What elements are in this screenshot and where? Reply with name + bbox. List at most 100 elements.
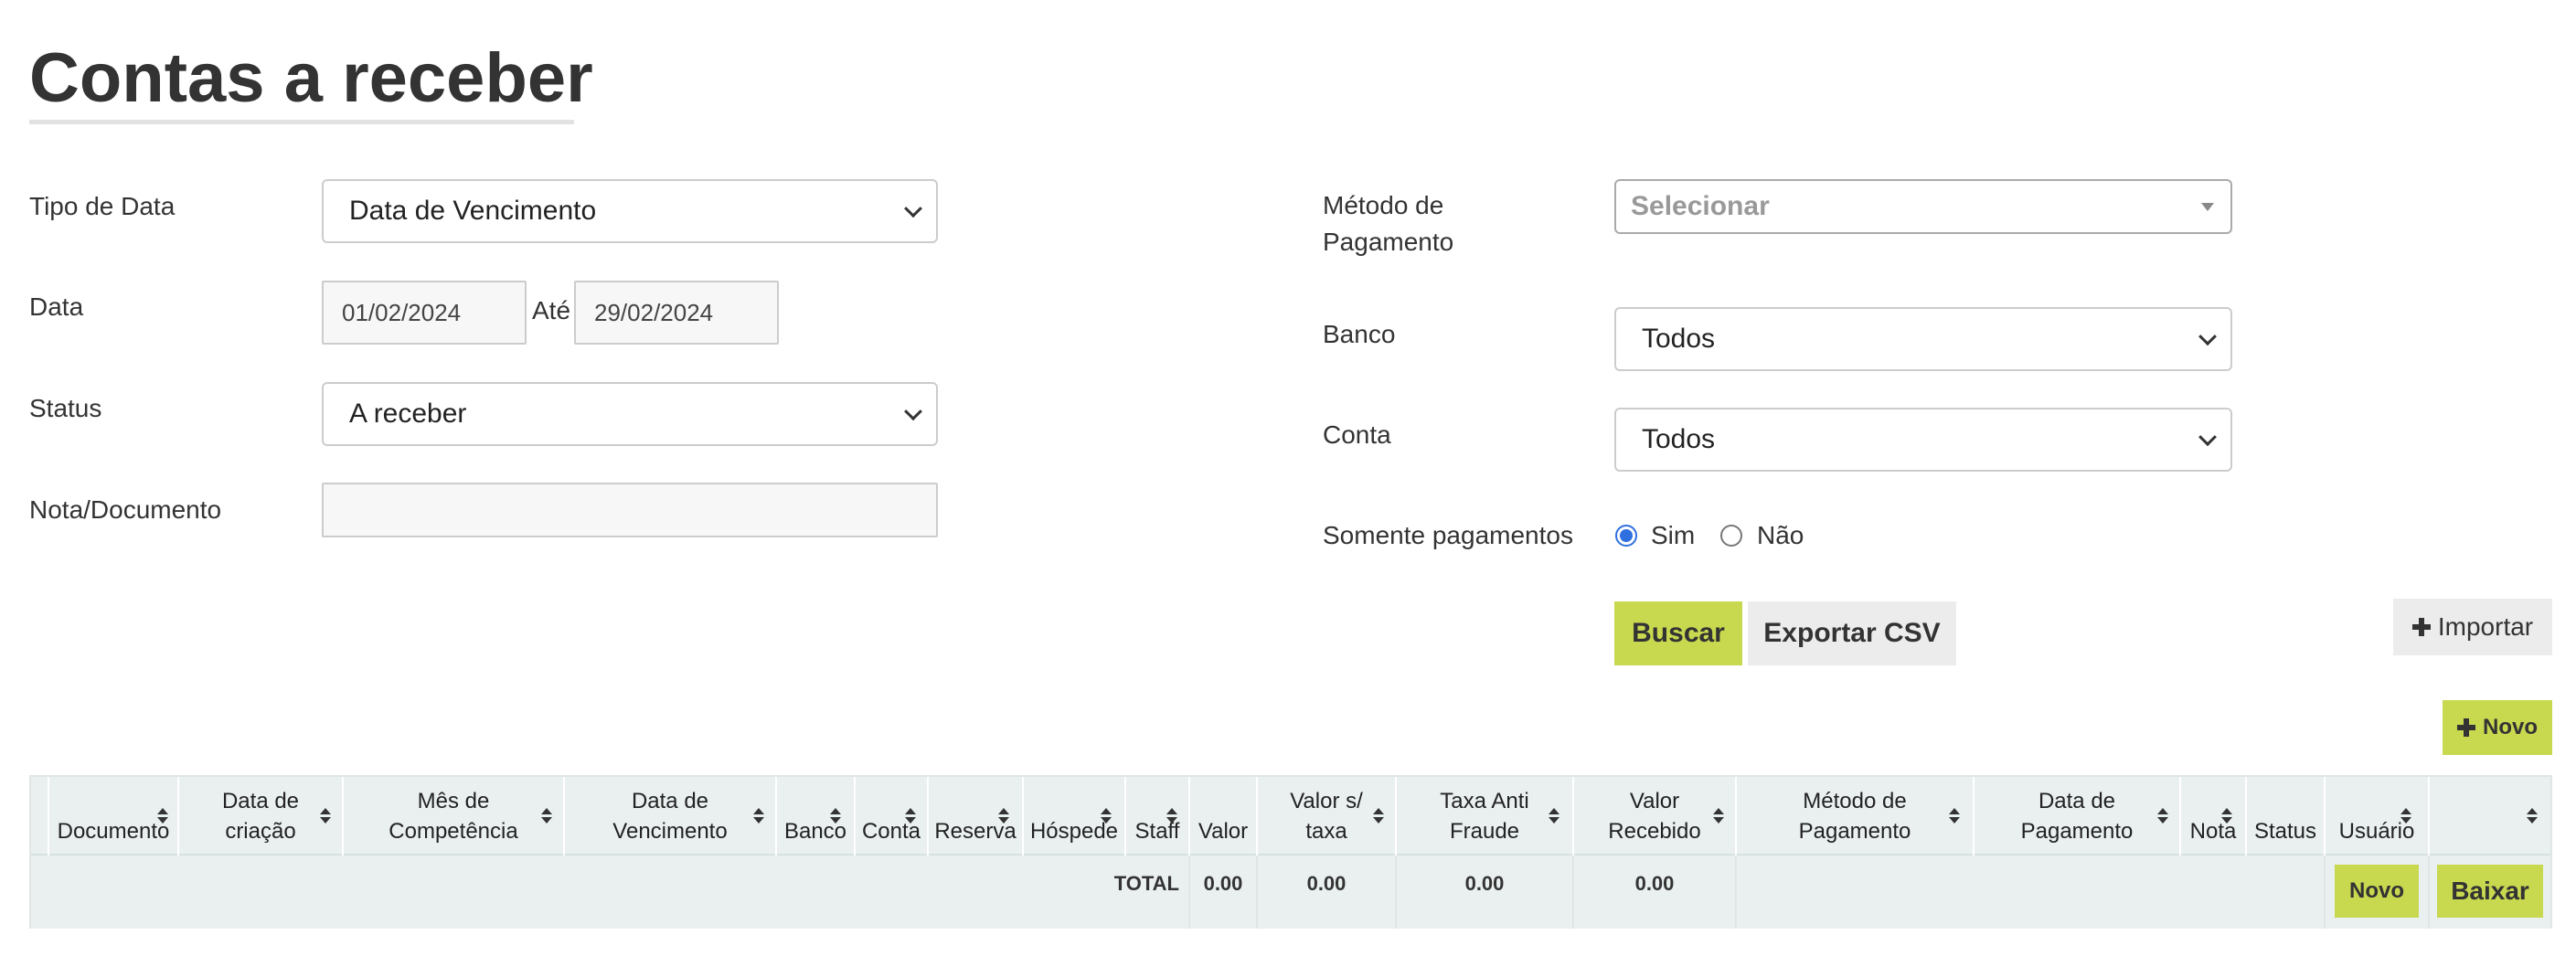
nota-label: Nota/Documento xyxy=(29,495,222,524)
conta-value: Todos xyxy=(1642,424,1716,454)
th-label: Mês de Competência xyxy=(389,789,518,844)
th-reserva[interactable]: Reserva xyxy=(929,777,1024,856)
sort-icon xyxy=(1713,808,1724,824)
chevron-down-icon xyxy=(904,199,922,218)
sort-icon xyxy=(2221,808,2232,824)
sort-icon xyxy=(2157,808,2168,824)
radio-nao-label: Não xyxy=(1757,521,1804,549)
th-label: Data de criação xyxy=(221,789,300,844)
th-data-criacao[interactable]: Data de criação xyxy=(179,777,344,856)
sort-icon xyxy=(320,808,331,824)
total-label-cell: TOTAL xyxy=(31,856,1190,929)
sort-icon xyxy=(2400,808,2411,824)
plus-icon xyxy=(2457,718,2475,737)
novo-label: Novo xyxy=(2483,715,2538,739)
tipo-data-label: Tipo de Data xyxy=(29,192,176,220)
radio-sim-label: Sim xyxy=(1651,521,1696,549)
sort-icon xyxy=(830,808,841,824)
total-novo-cell: Novo xyxy=(2326,856,2430,929)
th-metodo-pagamento[interactable]: Método de Pagamento xyxy=(1737,777,1975,856)
th-data-vencimento[interactable]: Data de Vencimento xyxy=(565,777,777,856)
banco-label: Banco xyxy=(1323,320,1396,348)
data-label: Data xyxy=(29,292,84,321)
th-conta[interactable]: Conta xyxy=(856,777,929,856)
exportar-csv-button[interactable]: Exportar CSV xyxy=(1748,601,1956,665)
somente-label: Somente pagamentos xyxy=(1323,521,1573,549)
table-row-total: TOTAL 0.00 0.00 0.00 0.00 Novo Baixar xyxy=(31,856,2550,929)
status-label: Status xyxy=(29,394,102,422)
data-from-input[interactable]: 01/02/2024 xyxy=(322,281,527,345)
radio-nao[interactable] xyxy=(1720,525,1742,547)
table-header-row: Documento Data de criação Mês de Competênc… xyxy=(31,777,2550,856)
total-valor: 0.00 xyxy=(1203,872,1243,895)
total-valor-recebido: 0.00 xyxy=(1634,872,1675,895)
th-status[interactable]: Status xyxy=(2247,777,2326,856)
th-label: Método de Pagamento xyxy=(1798,789,1911,844)
th-data-pagamento[interactable]: Data de Pagamento xyxy=(1975,777,2181,856)
total-empty-cell xyxy=(1737,856,2326,929)
th-nota[interactable]: Nota xyxy=(2181,777,2247,856)
nota-input[interactable] xyxy=(322,483,938,537)
total-valor-recebido-cell: 0.00 xyxy=(1574,856,1737,929)
th-usuario[interactable]: Usuário xyxy=(2326,777,2430,856)
banco-select[interactable]: Todos xyxy=(1614,307,2232,371)
total-valor-sem-taxa: 0.00 xyxy=(1306,872,1347,895)
total-valor-sem-taxa-cell: 0.00 xyxy=(1258,856,1397,929)
status-value: A receber xyxy=(349,399,467,429)
sort-icon xyxy=(1549,808,1559,824)
page-title: Contas a receber xyxy=(29,39,593,117)
conta-label: Conta xyxy=(1323,420,1391,449)
sort-icon xyxy=(157,808,168,824)
th-label: Valor s/taxa xyxy=(1290,789,1363,844)
buscar-button[interactable]: Buscar xyxy=(1614,601,1742,665)
caret-down-icon xyxy=(2201,203,2214,211)
th-valor-recebido[interactable]: Valor Recebido xyxy=(1574,777,1737,856)
title-underline xyxy=(29,120,574,124)
th-valor[interactable]: Valor xyxy=(1190,777,1258,856)
radio-sim[interactable] xyxy=(1615,525,1637,547)
data-to-value: 29/02/2024 xyxy=(594,298,714,326)
data-to-input[interactable]: 29/02/2024 xyxy=(574,281,779,345)
sort-icon xyxy=(1101,808,1112,824)
chevron-down-icon xyxy=(2198,327,2217,346)
plus-icon xyxy=(2411,618,2431,636)
row-novo-button[interactable]: Novo xyxy=(2335,865,2419,918)
conta-select[interactable]: Todos xyxy=(1614,408,2232,472)
table-header-spacer xyxy=(31,777,49,856)
baixar-button[interactable]: Baixar xyxy=(2437,865,2543,918)
total-label: TOTAL xyxy=(1113,872,1179,895)
th-label: Status xyxy=(2253,819,2317,844)
th-staff[interactable]: Staff xyxy=(1126,777,1190,856)
total-valor-cell: 0.00 xyxy=(1190,856,1258,929)
total-taxa-cell: 0.00 xyxy=(1397,856,1574,929)
importar-button[interactable]: Importar xyxy=(2393,599,2552,655)
th-actions[interactable] xyxy=(2430,777,2550,856)
th-mes-competencia[interactable]: Mês de Competência xyxy=(344,777,565,856)
metodo-placeholder: Selecionar xyxy=(1631,191,1770,221)
novo-button[interactable]: Novo xyxy=(2443,700,2552,755)
th-label: Data de Vencimento xyxy=(612,789,728,844)
sort-icon xyxy=(905,808,916,824)
chevron-down-icon xyxy=(2198,428,2217,447)
sort-icon xyxy=(998,808,1009,824)
th-label: Data de Pagamento xyxy=(2020,789,2134,844)
status-select[interactable]: A receber xyxy=(322,382,938,446)
metodo-label-line2: Pagamento xyxy=(1323,228,1454,256)
th-label: Valor Recebido xyxy=(1608,789,1701,844)
metodo-pagamento-select[interactable]: Selecionar xyxy=(1614,179,2232,234)
tipo-data-value: Data de Vencimento xyxy=(349,196,597,226)
contas-table: Documento Data de criação Mês de Competênc… xyxy=(29,775,2552,929)
th-label: Valor xyxy=(1198,819,1249,844)
tipo-data-select[interactable]: Data de Vencimento xyxy=(322,179,938,243)
th-documento[interactable]: Documento xyxy=(49,777,179,856)
th-hospede[interactable]: Hóspede xyxy=(1024,777,1126,856)
th-valor-sem-taxa[interactable]: Valor s/taxa xyxy=(1258,777,1397,856)
total-taxa-anti-fraude: 0.00 xyxy=(1464,872,1505,895)
sort-icon xyxy=(2527,808,2538,824)
chevron-down-icon xyxy=(904,402,922,421)
th-taxa-anti-fraude[interactable]: Taxa Anti Fraude xyxy=(1397,777,1574,856)
sort-icon xyxy=(753,808,764,824)
data-from-value: 01/02/2024 xyxy=(342,298,462,326)
th-banco[interactable]: Banco xyxy=(777,777,856,856)
sort-icon xyxy=(1166,808,1177,824)
